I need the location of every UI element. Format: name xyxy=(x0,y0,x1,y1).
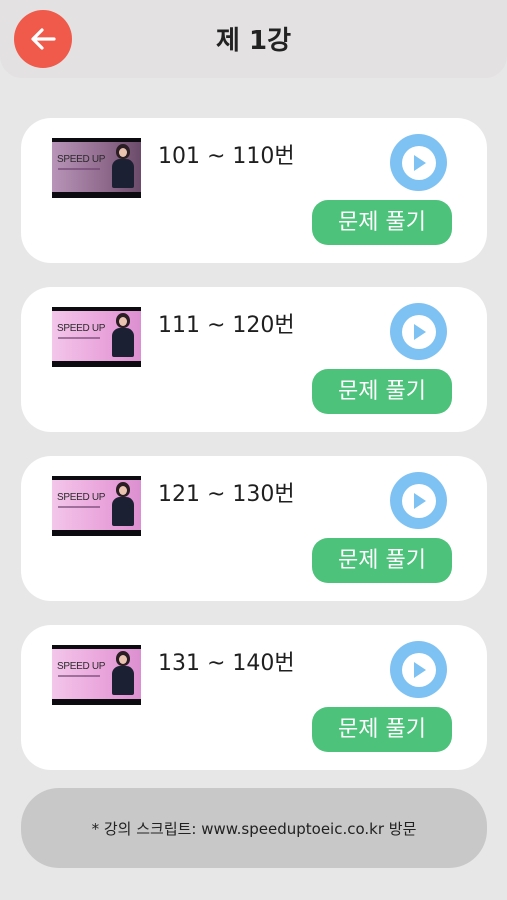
lesson-card: SPEED UP 111 ~ 120번 문제 풀기 xyxy=(21,287,487,432)
video-thumbnail[interactable]: SPEED UP xyxy=(52,138,141,198)
play-button[interactable] xyxy=(390,303,447,360)
video-thumbnail[interactable]: SPEED UP xyxy=(52,307,141,367)
video-thumbnail[interactable]: SPEED UP xyxy=(52,476,141,536)
instructor-figure xyxy=(112,144,134,188)
thumbnail-subtitle-line xyxy=(58,168,100,170)
question-range: 111 ~ 120번 xyxy=(158,313,295,338)
play-icon xyxy=(413,154,426,171)
instructor-figure xyxy=(112,313,134,357)
video-thumbnail[interactable]: SPEED UP xyxy=(52,645,141,705)
thumbnail-title: SPEED UP xyxy=(57,661,106,672)
play-button[interactable] xyxy=(390,641,447,698)
script-notice[interactable]: * 강의 스크립트: www.speeduptoeic.co.kr 방문 xyxy=(21,788,487,868)
lesson-list: SPEED UP 101 ~ 110번 문제 풀기 SPEED UP 111 ~ xyxy=(21,118,487,794)
thumbnail-subtitle-line xyxy=(58,675,100,677)
instructor-figure xyxy=(112,482,134,526)
question-range: 131 ~ 140번 xyxy=(158,651,295,676)
solve-problems-button[interactable]: 문제 풀기 xyxy=(312,369,452,414)
solve-problems-button[interactable]: 문제 풀기 xyxy=(312,707,452,752)
thumbnail-title: SPEED UP xyxy=(57,323,106,334)
instructor-figure xyxy=(112,651,134,695)
thumbnail-subtitle-line xyxy=(58,337,100,339)
page-title: 제 1강 xyxy=(216,26,291,56)
question-range: 101 ~ 110번 xyxy=(158,144,295,169)
play-icon xyxy=(413,492,426,509)
play-icon xyxy=(413,661,426,678)
lesson-card: SPEED UP 101 ~ 110번 문제 풀기 xyxy=(21,118,487,263)
question-range: 121 ~ 130번 xyxy=(158,482,295,507)
thumbnail-title: SPEED UP xyxy=(57,492,106,503)
solve-problems-button[interactable]: 문제 풀기 xyxy=(312,200,452,245)
lesson-card: SPEED UP 121 ~ 130번 문제 풀기 xyxy=(21,456,487,601)
play-button[interactable] xyxy=(390,472,447,529)
play-button[interactable] xyxy=(390,134,447,191)
lesson-card: SPEED UP 131 ~ 140번 문제 풀기 xyxy=(21,625,487,770)
thumbnail-title: SPEED UP xyxy=(57,154,106,165)
solve-problems-button[interactable]: 문제 풀기 xyxy=(312,538,452,583)
play-icon xyxy=(413,323,426,340)
top-bar: 제 1강 xyxy=(0,0,507,78)
thumbnail-subtitle-line xyxy=(58,506,100,508)
